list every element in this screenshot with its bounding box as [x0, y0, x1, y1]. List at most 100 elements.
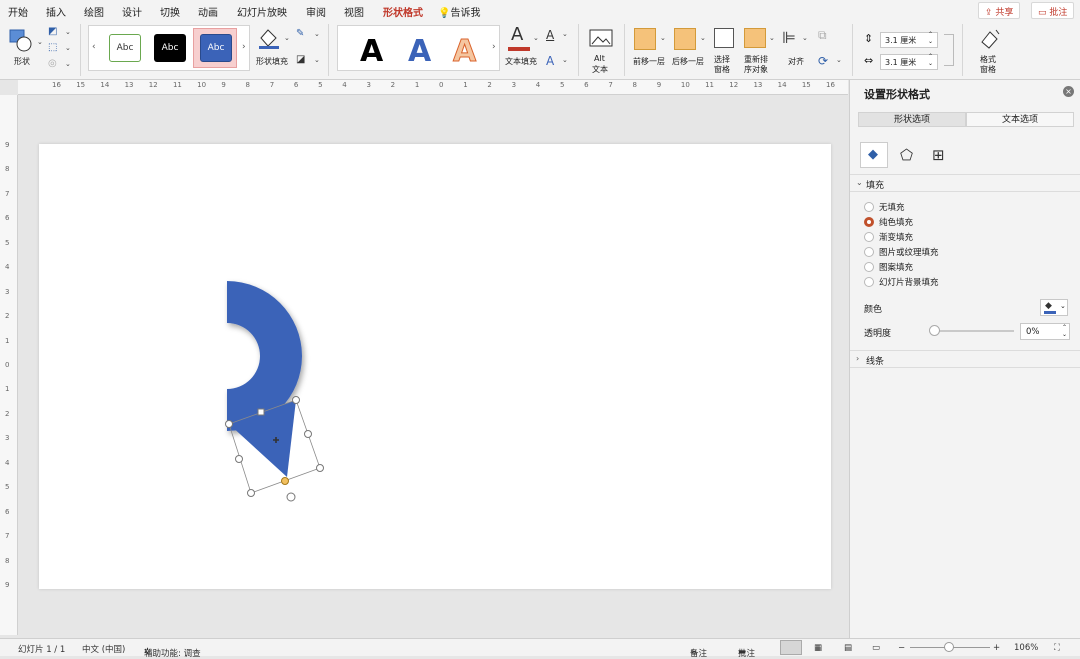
- format-pane-button[interactable]: [976, 26, 1002, 52]
- wordart-style-black[interactable]: A: [360, 34, 383, 69]
- share-button[interactable]: ⇪ 共享: [978, 2, 1021, 19]
- line-section-header[interactable]: › 线条: [850, 350, 1080, 368]
- fill-option-picture[interactable]: 图片或纹理填充: [864, 245, 939, 259]
- wordart-style-orange[interactable]: A: [452, 34, 476, 70]
- fill-option-none[interactable]: 无填充: [864, 200, 905, 214]
- tab-draw[interactable]: 绘图: [84, 4, 104, 19]
- fill-section-header[interactable]: ⌄ 填充: [850, 174, 1080, 192]
- text-fill-button[interactable]: A: [506, 24, 532, 54]
- fill-option-pattern[interactable]: 图案填充: [864, 260, 913, 274]
- chevron-down-icon[interactable]: ⌄: [562, 30, 568, 38]
- bring-forward-icon[interactable]: [634, 28, 656, 50]
- transparency-slider[interactable]: [929, 325, 1014, 336]
- shape-style-blue[interactable]: Abc: [200, 34, 232, 62]
- chevron-down-icon[interactable]: ⌄: [65, 44, 71, 52]
- selection-pane-icon[interactable]: [714, 28, 734, 48]
- tab-transitions[interactable]: 切换: [160, 4, 180, 19]
- text-outline-icon[interactable]: A: [546, 28, 554, 42]
- chevron-down-icon[interactable]: ⌄: [562, 56, 568, 64]
- send-backward-icon[interactable]: [674, 28, 696, 50]
- chevron-down-icon[interactable]: ⌄: [314, 56, 320, 64]
- slide-sorter-icon[interactable]: ▦: [814, 643, 822, 653]
- close-icon[interactable]: ×: [1063, 86, 1074, 97]
- height-stepper[interactable]: ⌃ ⌄: [928, 31, 933, 45]
- lock-aspect-icon[interactable]: [944, 34, 954, 66]
- rotate-icon[interactable]: ⟳: [818, 54, 828, 68]
- resize-handle[interactable]: [225, 420, 233, 428]
- zoom-level[interactable]: 106%: [1014, 643, 1038, 653]
- tab-home[interactable]: 开始: [8, 4, 28, 19]
- resize-handle[interactable]: [316, 464, 324, 472]
- align-icon[interactable]: ⊫: [782, 28, 796, 47]
- resize-handle[interactable]: [257, 408, 265, 416]
- group-icon[interactable]: ⧉: [818, 28, 827, 43]
- chevron-down-icon[interactable]: ⌄: [769, 34, 775, 42]
- resize-handle[interactable]: [235, 455, 243, 463]
- shape-effects-icon[interactable]: ◪: [296, 54, 305, 65]
- chevron-down-icon[interactable]: ⌄: [533, 34, 539, 42]
- tab-shape-format[interactable]: 形状格式: [383, 4, 423, 23]
- tab-animations[interactable]: 动画: [198, 4, 218, 19]
- shape-fill-button[interactable]: [256, 26, 286, 52]
- shape-style-dark[interactable]: Abc: [154, 34, 186, 62]
- chevron-down-icon[interactable]: ⌄: [836, 56, 842, 64]
- width-stepper[interactable]: ⌃ ⌄: [928, 53, 933, 67]
- chevron-down-icon[interactable]: ⌄: [802, 34, 808, 42]
- language-indicator[interactable]: 中文 (中国): [82, 643, 125, 655]
- tab-review[interactable]: 审阅: [306, 4, 326, 19]
- normal-view-button[interactable]: [780, 640, 802, 655]
- transparency-stepper[interactable]: ⌃ ⌄: [1062, 324, 1067, 338]
- reorder-objects-icon[interactable]: [744, 28, 766, 48]
- chevron-down-icon[interactable]: ⌄: [660, 34, 666, 42]
- fill-option-slide-background[interactable]: 幻灯片背景填充: [864, 275, 939, 289]
- insert-shape-button[interactable]: [8, 26, 38, 54]
- send-backward-label: 后移一层: [672, 57, 704, 66]
- slide[interactable]: [39, 144, 831, 589]
- slideshow-icon[interactable]: ▭: [872, 643, 880, 653]
- tab-text-options[interactable]: 文本选项: [966, 112, 1074, 127]
- size-properties-icon[interactable]: ⊞: [932, 146, 945, 164]
- chevron-down-icon[interactable]: ⌄: [314, 30, 320, 38]
- reading-view-icon[interactable]: ▤: [844, 643, 852, 653]
- tell-me-search[interactable]: 💡告诉我: [438, 4, 480, 19]
- chevron-down-icon[interactable]: ⌄: [65, 60, 71, 68]
- tab-design[interactable]: 设计: [122, 4, 142, 19]
- fill-line-tab[interactable]: ◆: [860, 142, 888, 168]
- effects-pentagon-icon[interactable]: ⬠: [900, 146, 913, 164]
- chevron-down-icon[interactable]: ⌄: [65, 28, 71, 36]
- adjust-handle[interactable]: [281, 477, 289, 485]
- tab-shape-options[interactable]: 形状选项: [858, 112, 966, 127]
- resize-handle[interactable]: [247, 489, 255, 497]
- slider-thumb[interactable]: [929, 325, 940, 336]
- text-effects-icon[interactable]: A: [546, 54, 554, 68]
- zoom-in-button[interactable]: +: [993, 643, 1000, 653]
- rotate-handle-icon[interactable]: [286, 492, 296, 502]
- edit-shape-icon[interactable]: ◩: [48, 26, 57, 37]
- wordart-style-blue[interactable]: A: [408, 34, 431, 69]
- transparency-input[interactable]: 0% ⌃ ⌄: [1020, 323, 1070, 340]
- chevron-down-icon[interactable]: ⌄: [284, 34, 290, 42]
- chevron-down-icon[interactable]: ⌄: [37, 38, 43, 46]
- shape-style-outline[interactable]: Abc: [109, 34, 141, 62]
- chevron-right-icon[interactable]: ›: [492, 42, 496, 52]
- resize-handle[interactable]: [292, 396, 300, 404]
- zoom-slider-thumb[interactable]: [944, 642, 954, 652]
- tab-slideshow[interactable]: 幻灯片放映: [237, 4, 287, 19]
- chevron-down-icon[interactable]: ⌄: [700, 34, 706, 42]
- merge-shapes-icon[interactable]: ◎: [48, 58, 57, 69]
- resize-handle[interactable]: [304, 430, 312, 438]
- comments-button[interactable]: ▭ 批注: [1031, 2, 1075, 19]
- tab-insert[interactable]: 插入: [46, 4, 66, 19]
- ruler-number: 15: [801, 81, 811, 89]
- zoom-out-button[interactable]: −: [898, 643, 905, 653]
- fit-to-window-icon[interactable]: ⛶: [1054, 643, 1060, 653]
- fill-option-solid[interactable]: 纯色填充: [864, 215, 913, 229]
- fill-option-gradient[interactable]: 渐变填充: [864, 230, 913, 244]
- chevron-right-icon[interactable]: ›: [242, 42, 246, 52]
- color-picker-button[interactable]: ◆ ⌄: [1040, 299, 1068, 316]
- chevron-left-icon[interactable]: ‹: [92, 42, 96, 52]
- tab-view[interactable]: 视图: [344, 4, 364, 19]
- shape-outline-icon[interactable]: ✎: [296, 28, 304, 39]
- alt-text-button[interactable]: [588, 28, 614, 52]
- text-box-icon[interactable]: ⬚: [48, 42, 57, 53]
